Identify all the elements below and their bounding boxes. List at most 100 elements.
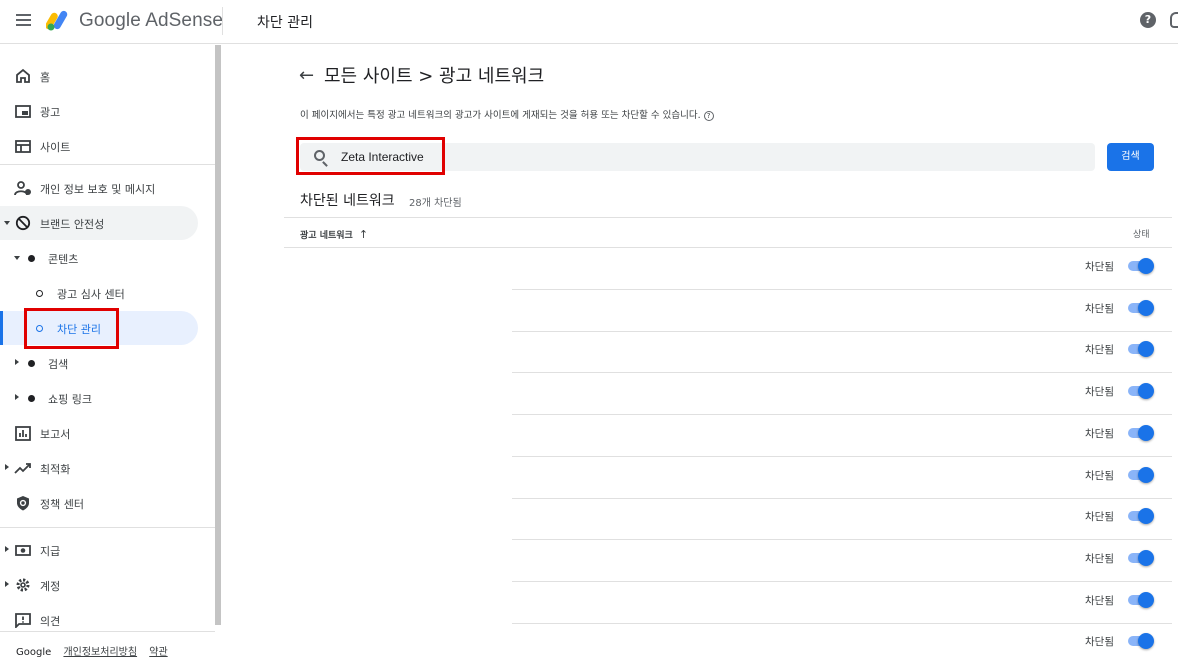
sidebar-item-ad-review-center[interactable]: 광고 심사 센터 xyxy=(0,276,200,310)
sort-arrow-icon[interactable]: ↑ xyxy=(359,228,368,241)
sidebar-item-reports[interactable]: 보고서 xyxy=(0,416,200,450)
sidebar-item-sites[interactable]: 사이트 xyxy=(0,129,200,163)
sidebar-scrollbar[interactable] xyxy=(215,45,221,625)
sidebar-item-label: 브랜드 안전성 xyxy=(40,218,105,231)
page-description: 이 페이지에서는 특정 광고 네트워크의 광고가 사이트에 게재되는 것을 허용… xyxy=(300,107,714,121)
sidebar-item-policy-center[interactable]: 정책 센터 xyxy=(0,486,200,520)
block-toggle[interactable] xyxy=(1128,550,1154,566)
column-header-network[interactable]: 광고 네트워크 ↑ xyxy=(300,228,368,241)
sidebar-item-label: 계정 xyxy=(40,580,61,593)
toggle-knob xyxy=(1138,467,1154,483)
block-toggle[interactable] xyxy=(1128,467,1154,483)
bullet-ring-icon xyxy=(36,290,43,297)
back-arrow-icon[interactable]: ← xyxy=(299,65,314,86)
chevron-right-icon xyxy=(15,394,19,400)
top-app-bar: Google AdSense 차단 관리 ? xyxy=(0,0,1178,44)
sidebar-item-label: 쇼핑 링크 xyxy=(48,393,92,406)
row-divider xyxy=(512,414,1172,415)
toggle-knob xyxy=(1138,550,1154,566)
block-toggle[interactable] xyxy=(1128,341,1154,357)
description-text: 이 페이지에서는 특정 광고 네트워크의 광고가 사이트에 게재되는 것을 허용… xyxy=(300,110,701,121)
ads-icon xyxy=(15,105,31,118)
chevron-right-icon xyxy=(5,581,9,587)
row-status-label: 차단됨 xyxy=(1085,636,1114,648)
bullet-icon xyxy=(28,255,35,262)
block-icon xyxy=(15,215,31,231)
sidebar-item-home[interactable]: 홈 xyxy=(0,59,200,93)
help-icon[interactable]: ? xyxy=(1140,12,1156,28)
menu-icon[interactable] xyxy=(16,14,31,26)
sidebar-item-label: 광고 심사 센터 xyxy=(57,288,125,301)
app-name: Google AdSense xyxy=(79,10,224,31)
policy-icon xyxy=(17,496,29,511)
privacy-icon xyxy=(14,181,31,196)
chevron-right-icon xyxy=(5,546,9,552)
chevron-right-icon xyxy=(15,359,19,365)
sidebar-item-brand-safety[interactable]: 브랜드 안전성 xyxy=(0,206,198,240)
row-status-label: 차단됨 xyxy=(1085,428,1114,440)
row-divider xyxy=(512,623,1172,624)
search-button[interactable]: 검색 xyxy=(1107,143,1154,171)
sidebar-item-label: 개인 정보 보호 및 메시지 xyxy=(40,183,156,196)
block-toggle[interactable] xyxy=(1128,592,1154,608)
sidebar-item-optimization[interactable]: 최적화 xyxy=(0,451,200,485)
bullet-icon xyxy=(28,360,35,367)
blocked-count: 28개 차단됨 xyxy=(409,198,462,209)
feedback-icon xyxy=(15,613,31,628)
block-toggle[interactable] xyxy=(1128,258,1154,274)
row-divider xyxy=(512,498,1172,499)
sidebar-divider xyxy=(0,164,215,165)
notifications-icon[interactable] xyxy=(1170,12,1178,28)
sidebar-item-label: 검색 xyxy=(48,358,69,371)
table-divider xyxy=(284,247,1172,248)
sidebar-item-content[interactable]: 콘텐츠 xyxy=(0,241,200,275)
row-status-label: 차단됨 xyxy=(1085,344,1114,356)
page-title: 차단 관리 xyxy=(257,15,313,31)
row-status-label: 차단됨 xyxy=(1085,261,1114,273)
row-status-label: 차단됨 xyxy=(1085,511,1114,523)
terms-link[interactable]: 약관 xyxy=(149,647,167,658)
sidebar-item-search[interactable]: 검색 xyxy=(0,346,200,380)
sidebar-item-label: 보고서 xyxy=(40,428,71,441)
row-divider xyxy=(512,372,1172,373)
block-toggle[interactable] xyxy=(1128,425,1154,441)
row-status-label: 차단됨 xyxy=(1085,303,1114,315)
sidebar-item-privacy[interactable]: 개인 정보 보호 및 메시지 xyxy=(0,171,200,205)
toggle-knob xyxy=(1138,258,1154,274)
block-toggle[interactable] xyxy=(1128,300,1154,316)
privacy-policy-link[interactable]: 개인정보처리방침 xyxy=(63,647,137,658)
help-icon[interactable]: ? xyxy=(703,111,714,121)
toggle-knob xyxy=(1138,508,1154,524)
column-header-status: 상태 xyxy=(1133,230,1150,240)
sidebar-item-ads[interactable]: 광고 xyxy=(0,94,200,128)
block-toggle[interactable] xyxy=(1128,508,1154,524)
row-divider xyxy=(512,581,1172,582)
row-status-label: 차단됨 xyxy=(1085,595,1114,607)
sidebar-item-label: 정책 센터 xyxy=(40,498,84,511)
sidebar-item-payments[interactable]: 지급 xyxy=(0,533,200,567)
sidebar-divider xyxy=(0,527,215,528)
row-status-label: 차단됨 xyxy=(1085,470,1114,482)
row-divider xyxy=(512,539,1172,540)
chevron-right-icon xyxy=(5,464,9,470)
toggle-knob xyxy=(1138,592,1154,608)
row-status-label: 차단됨 xyxy=(1085,386,1114,398)
sidebar-divider xyxy=(0,631,215,632)
column-header-label: 광고 네트워크 xyxy=(300,231,353,241)
sidebar-footer: Google 개인정보처리방침 약관 xyxy=(16,643,177,658)
footer-brand: Google xyxy=(16,647,52,658)
gear-icon xyxy=(16,578,30,592)
chevron-down-icon xyxy=(14,256,20,260)
sidebar-item-label: 콘텐츠 xyxy=(48,253,79,266)
sidebar-item-account[interactable]: 계정 xyxy=(0,568,200,602)
highlight-box xyxy=(296,137,445,175)
row-divider xyxy=(512,456,1172,457)
table-divider xyxy=(284,217,1172,218)
block-toggle[interactable] xyxy=(1128,633,1154,649)
trending-icon xyxy=(14,463,31,474)
row-status-label: 차단됨 xyxy=(1085,553,1114,565)
sidebar-item-shopping-links[interactable]: 쇼핑 링크 xyxy=(0,381,200,415)
adsense-logo-icon xyxy=(46,10,68,31)
block-toggle[interactable] xyxy=(1128,383,1154,399)
sidebar-item-label: 광고 xyxy=(40,106,61,119)
